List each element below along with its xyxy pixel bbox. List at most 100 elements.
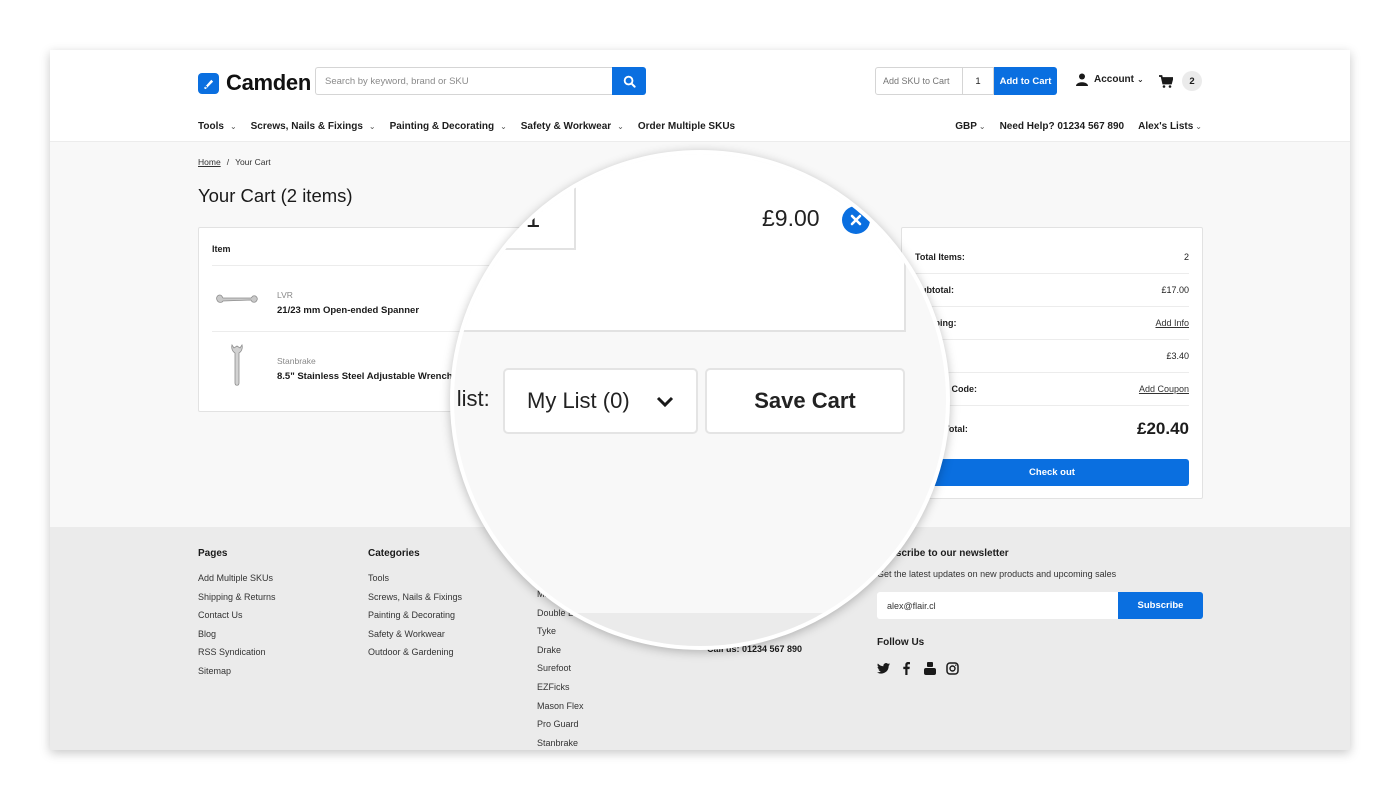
magnified-content: 1 £9.00 Add to list: My List (0) Save Ca… (454, 154, 946, 646)
summary-shipping: Shipping: Add Info (915, 307, 1189, 340)
cart-count-badge: 2 (1182, 71, 1202, 91)
saw-icon (198, 72, 219, 94)
nav-label: Tools (198, 121, 224, 132)
remove-item-button[interactable] (842, 206, 870, 234)
chevron-down-icon: ⌄ (617, 122, 624, 131)
chevron-down-icon: ⌄ (229, 122, 237, 131)
list-select-value: My List (0) (527, 388, 630, 413)
nav-item-order-multiple[interactable]: Order Multiple SKUs (638, 121, 735, 132)
magnifier-lens: 1 £9.00 Add to list: My List (0) Save Ca… (450, 150, 950, 650)
product-name[interactable]: 8.5" Stainless Steel Adjustable Wrench (277, 371, 453, 382)
utility-nav: GBP ⌄ Need Help? 01234 567 890 Alex's Lis… (941, 121, 1202, 132)
lists-menu[interactable]: Alex's Lists ⌄ (1138, 121, 1202, 132)
instagram-icon[interactable] (946, 662, 959, 675)
footer-link[interactable]: Contact Us (198, 606, 276, 625)
nav-item-safety[interactable]: Safety & Workwear ⌄ (521, 121, 624, 132)
breadcrumb-home[interactable]: Home (198, 157, 221, 167)
add-to-list-label: Add to list: (454, 386, 490, 411)
lists-label: Alex's Lists (1138, 121, 1194, 132)
footer-link[interactable]: Mason Flex (537, 697, 584, 716)
quantity-value: 1 (525, 202, 541, 233)
remove-icon (850, 214, 862, 226)
footer-link[interactable]: Tools (368, 569, 462, 588)
chevron-down-icon: ⌄ (1195, 122, 1202, 131)
nav-item-screws[interactable]: Screws, Nails & Fixings ⌄ (251, 121, 376, 132)
footer-link[interactable]: Screws, Nails & Fixings (368, 588, 462, 607)
footer-link[interactable]: Outdoor & Gardening (368, 643, 462, 662)
cart-icon (1159, 74, 1173, 88)
search-input[interactable] (315, 67, 612, 95)
footer-link[interactable]: Shipping & Returns (198, 588, 276, 607)
summary-grand-total: Grand Total: £20.40 (915, 406, 1189, 451)
twitter-icon[interactable] (877, 662, 890, 675)
footer-pages: Pages Add Multiple SKUs Shipping & Retur… (198, 548, 276, 681)
spanner-icon[interactable] (216, 278, 258, 320)
cart-button[interactable]: 2 (1159, 71, 1202, 91)
list-select[interactable]: My List (0) (503, 368, 698, 434)
footer-link[interactable]: Blog (198, 625, 276, 644)
summary-total-items: Total Items: 2 (915, 241, 1189, 274)
summary-value: £3.40 (1166, 351, 1189, 361)
user-icon (1076, 73, 1088, 86)
product-brand: Stanbrake (277, 356, 316, 366)
summary-value: 2 (1183, 252, 1189, 262)
social-links (877, 662, 1203, 675)
nav-item-painting[interactable]: Painting & Decorating ⌄ (390, 121, 507, 132)
column-header-item: Item (212, 244, 231, 254)
chevron-down-icon: ⌄ (368, 122, 376, 131)
add-to-cart-button[interactable]: Add to Cart (994, 67, 1057, 95)
facebook-icon[interactable] (900, 662, 913, 675)
sku-input[interactable] (875, 67, 963, 95)
youtube-icon[interactable] (923, 662, 936, 675)
currency-label: GBP (955, 121, 977, 132)
breadcrumb-separator: / (226, 157, 230, 167)
nav-label: Order Multiple SKUs (637, 121, 736, 132)
checkout-button[interactable]: Check out (915, 459, 1189, 486)
footer-link[interactable]: Add Multiple SKUs (198, 569, 276, 588)
sku-qty-input[interactable] (963, 67, 994, 95)
quick-add-sku: Add to Cart (875, 67, 1057, 95)
footer-link[interactable]: EZFicks (537, 678, 584, 697)
page-title: Your Cart (2 items) (198, 185, 353, 206)
logo[interactable]: Camden (198, 70, 311, 96)
footer-link[interactable]: Stanbrake (537, 734, 584, 750)
account-label: Account (1094, 74, 1134, 85)
search-icon (623, 75, 636, 88)
save-cart-button[interactable]: Save Cart (705, 368, 905, 434)
account-menu[interactable]: Account ⌄ (1076, 73, 1144, 86)
footer-link[interactable]: Pro Guard (537, 715, 584, 734)
grand-total-value: £20.40 (1137, 418, 1189, 438)
search-bar (315, 67, 646, 95)
breadcrumb-current: Your Cart (235, 157, 271, 167)
footer-categories: Categories Tools Screws, Nails & Fixings… (368, 548, 462, 662)
chevron-down-icon: ⌄ (1137, 75, 1144, 84)
summary-subtotal: Subtotal: £17.00 (915, 274, 1189, 307)
add-shipping-info-link[interactable]: Add Info (1155, 318, 1189, 328)
footer-link[interactable]: Sitemap (198, 662, 276, 681)
line-price: £9.00 (762, 205, 820, 231)
footer-link[interactable]: Painting & Decorating (368, 606, 462, 625)
currency-selector[interactable]: GBP ⌄ (955, 121, 985, 132)
footer-link[interactable]: Safety & Workwear (368, 625, 462, 644)
product-name[interactable]: 21/23 mm Open-ended Spanner (277, 305, 419, 316)
main-nav: Tools ⌄ Screws, Nails & Fixings ⌄ Painting… (198, 121, 749, 132)
chevron-down-icon (656, 396, 674, 408)
footer-heading: Categories (368, 548, 420, 559)
chevron-down-icon: ⌄ (978, 122, 986, 131)
footer-link[interactable]: RSS Syndication (198, 643, 276, 662)
search-button[interactable] (612, 67, 646, 95)
help-phone[interactable]: Need Help? 01234 567 890 (1000, 121, 1125, 132)
subscribe-button[interactable]: Subscribe (1118, 592, 1203, 619)
summary-coupon: Coupon Code: Add Coupon (915, 373, 1189, 406)
footer-link[interactable]: Surefoot (537, 659, 584, 678)
magnified-footer (454, 613, 946, 646)
adjustable-wrench-icon[interactable] (216, 344, 258, 386)
nav-item-tools[interactable]: Tools ⌄ (198, 121, 237, 132)
summary-tax: Tax: £3.40 (915, 340, 1189, 373)
chevron-down-icon: ⌄ (500, 122, 507, 131)
nav-label: Safety & Workwear (520, 121, 612, 132)
quantity-input[interactable]: 1 (490, 154, 576, 250)
breadcrumb: Home / Your Cart (198, 157, 271, 167)
summary-value: £17.00 (1161, 285, 1189, 295)
add-coupon-link[interactable]: Add Coupon (1139, 384, 1189, 394)
